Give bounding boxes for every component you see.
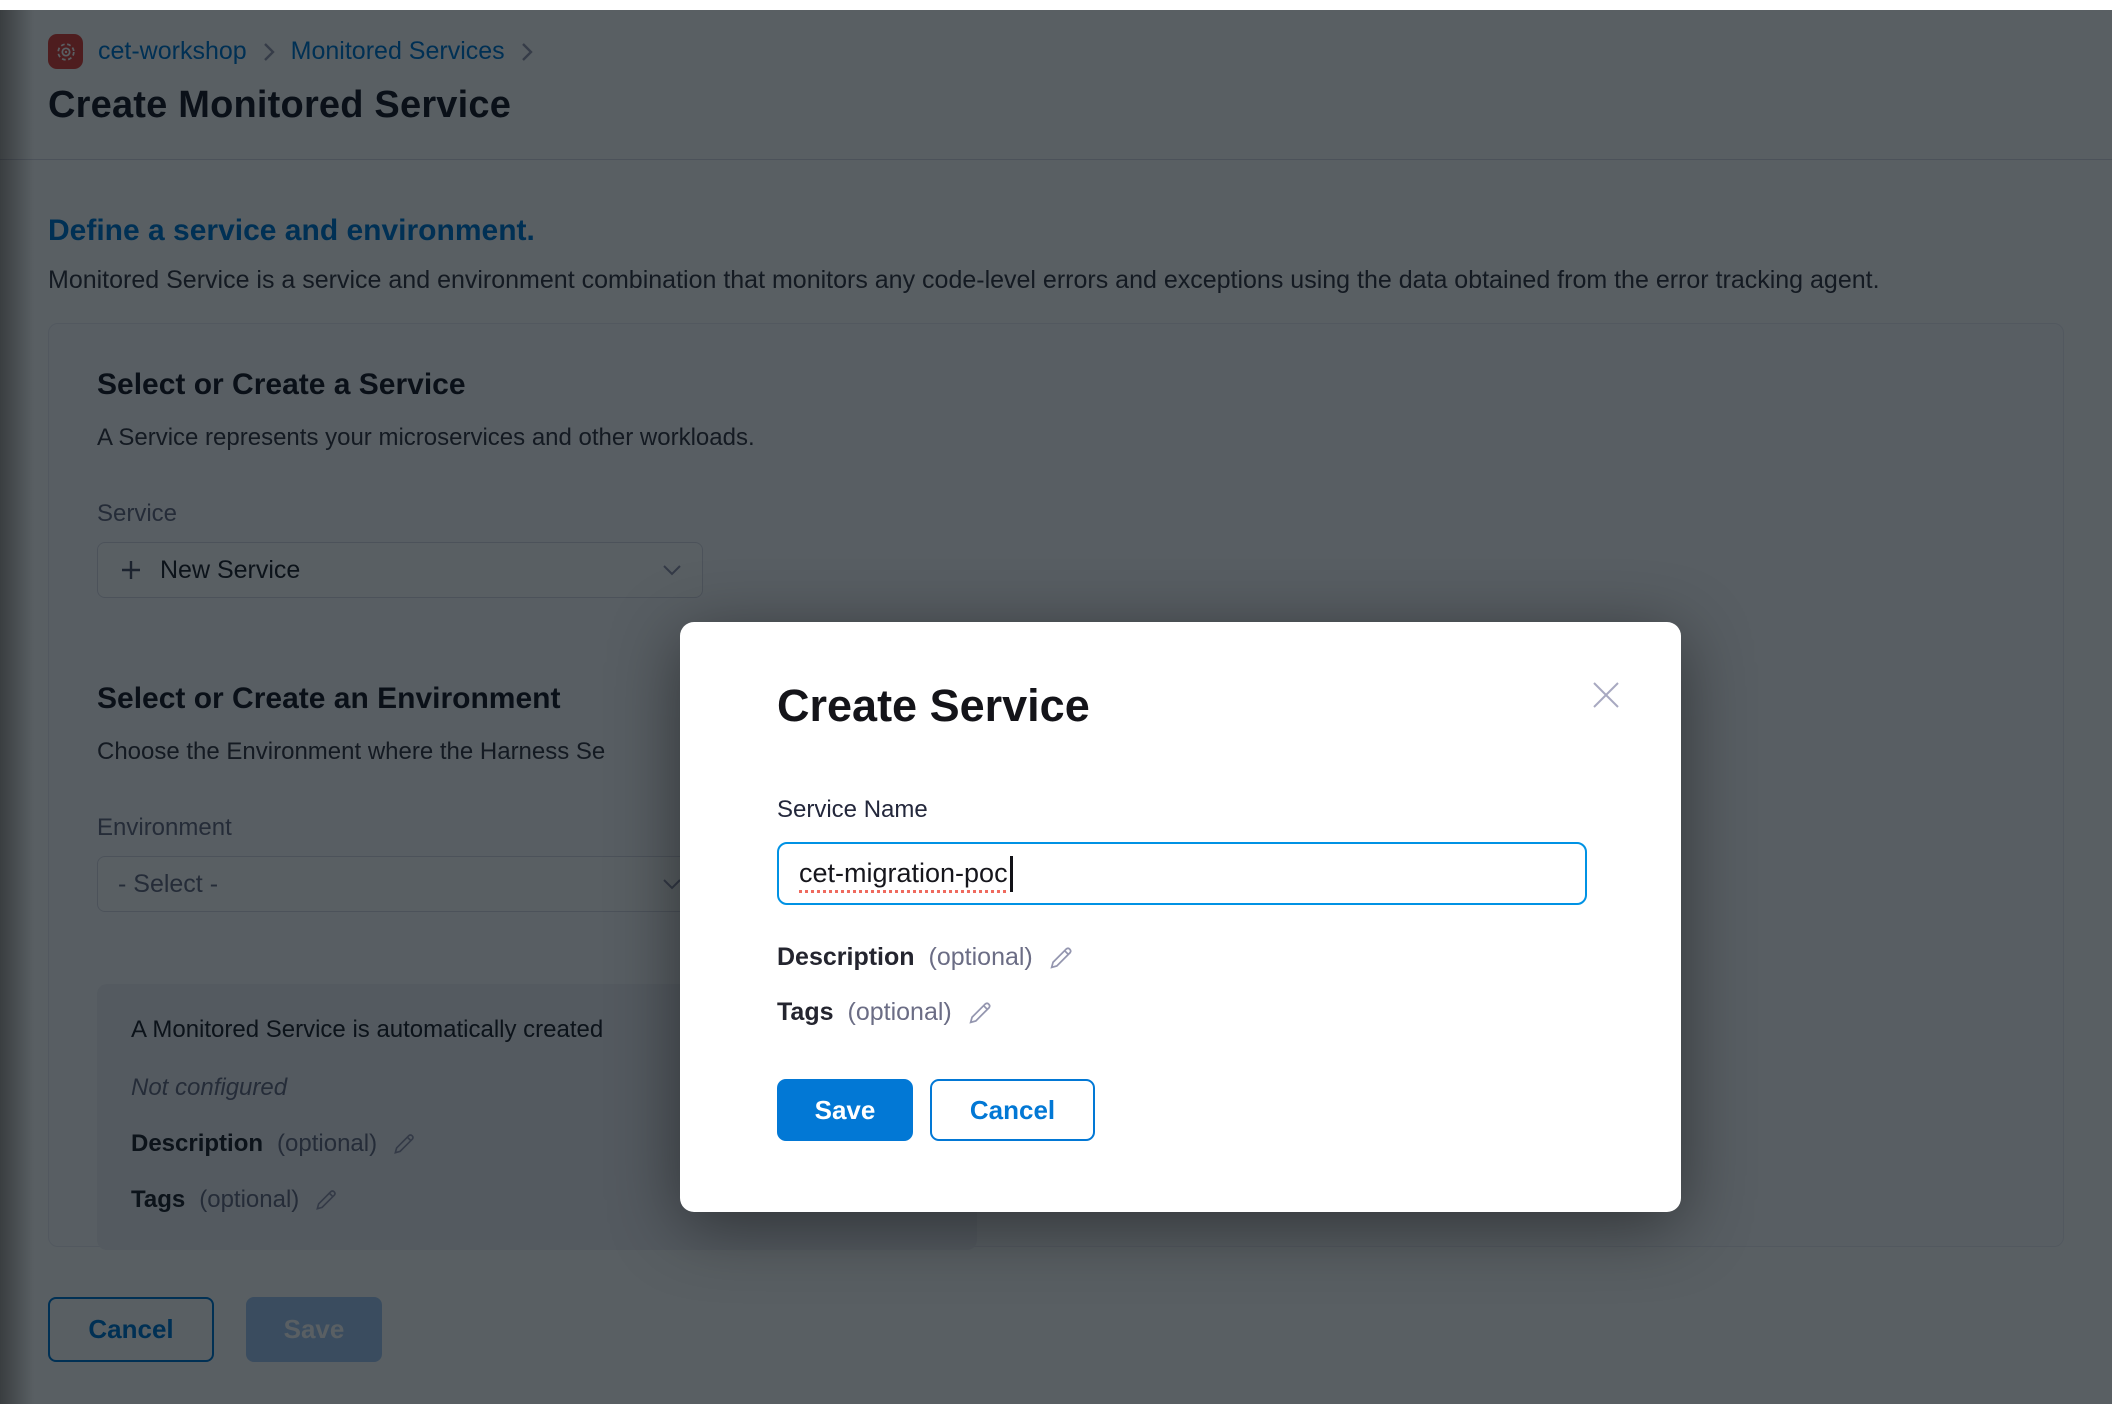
pencil-icon[interactable] [966,999,994,1027]
service-name-label: Service Name [777,796,1681,824]
text-cursor [1010,856,1013,892]
modal-tags-row: Tags (optional) [777,998,1681,1027]
pencil-icon[interactable] [1047,944,1075,972]
modal-actions: Save Cancel [777,1079,1681,1141]
modal-tags-label: Tags [777,998,834,1027]
close-icon[interactable] [1587,676,1625,714]
modal-title: Create Service [777,622,1681,732]
modal-tags-optional: (optional) [848,998,952,1027]
service-name-input[interactable]: cet-migration-poc [777,842,1587,905]
modal-save-button[interactable]: Save [777,1079,913,1141]
service-name-value: cet-migration-poc [799,858,1008,889]
modal-cancel-button[interactable]: Cancel [930,1079,1095,1141]
create-service-modal: Create Service Service Name cet-migratio… [680,622,1681,1212]
modal-description-row: Description (optional) [777,943,1681,972]
modal-description-optional: (optional) [929,943,1033,972]
modal-description-label: Description [777,943,915,972]
